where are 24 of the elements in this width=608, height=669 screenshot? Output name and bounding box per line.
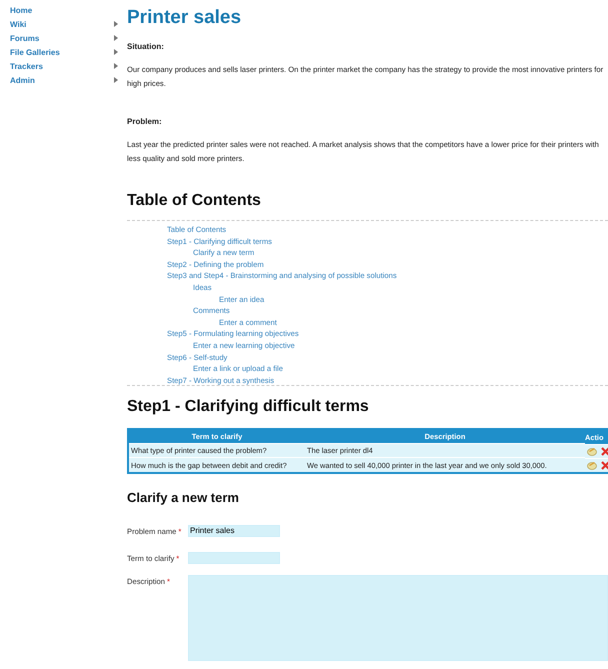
section-heading: Problem:	[127, 117, 163, 126]
delete-icon[interactable]	[601, 446, 608, 456]
nav-link[interactable]: Wiki	[10, 20, 26, 28]
section-heading: Situation:	[127, 42, 165, 51]
submenu-arrow-icon	[114, 35, 118, 41]
submenu-arrow-icon	[114, 21, 118, 27]
submenu-arrow-icon	[114, 49, 118, 55]
input-field[interactable]	[188, 552, 280, 564]
nav-link[interactable]: Admin	[10, 76, 35, 84]
input-field[interactable]: Printer sales	[188, 524, 280, 537]
edit-icon[interactable]	[587, 446, 597, 456]
submenu-arrow-icon	[114, 77, 118, 83]
submenu-arrow-icon	[114, 63, 118, 69]
toc-heading: Table of Contents	[127, 192, 262, 210]
delete-icon[interactable]	[601, 460, 608, 470]
nav-link[interactable]: Home	[10, 6, 32, 14]
edit-icon[interactable]	[587, 460, 597, 470]
description-field[interactable]	[188, 574, 608, 661]
nav-link[interactable]: File Galleries	[10, 48, 60, 56]
section-title: Step1 - Clarifying difficult terms	[127, 398, 370, 416]
page-title: Printer sales	[127, 6, 242, 30]
form-heading: Clarify a new term	[127, 490, 240, 505]
nav-link[interactable]: Trackers	[10, 62, 43, 70]
nav-link[interactable]: Forums	[10, 34, 40, 42]
